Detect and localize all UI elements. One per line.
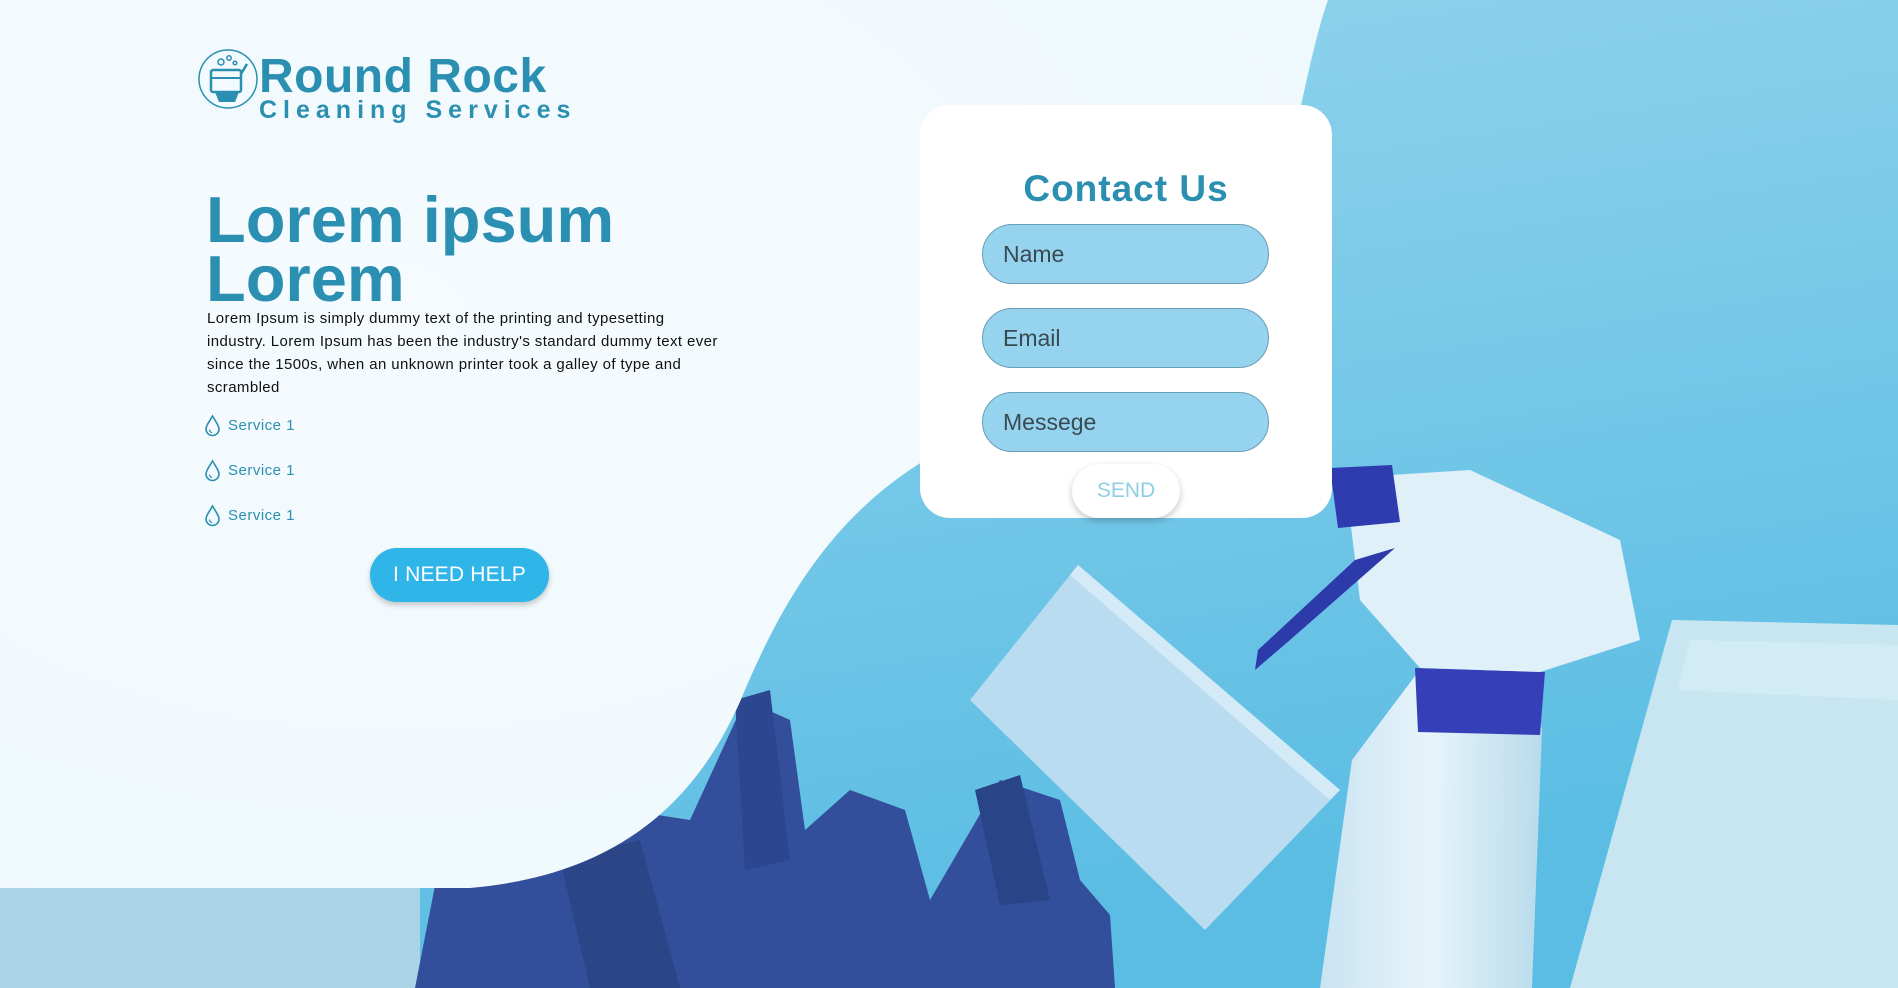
service-item: Service 1	[202, 414, 295, 437]
service-label: Service 1	[228, 462, 296, 479]
service-label: Service 1	[228, 507, 296, 524]
name-input[interactable]	[982, 224, 1269, 284]
service-label: Service 1	[228, 417, 296, 434]
need-help-button[interactable]: I NEED HELP	[370, 548, 549, 602]
hero-headline: Lorem ipsum Lorem	[206, 183, 615, 315]
brand-logo[interactable]: Round Rock Cleaning Services	[197, 48, 570, 128]
service-item: Service 1	[202, 459, 295, 482]
services-list: Service 1 Service 1 Service 1	[202, 414, 295, 549]
hero-paragraph: Lorem Ipsum is simply dummy text of the …	[207, 310, 718, 396]
water-drop-icon	[205, 504, 220, 527]
send-button[interactable]: SEND	[1072, 464, 1180, 518]
contact-title: Contact Us	[1023, 168, 1229, 209]
brand-subtitle: Cleaning Services	[259, 96, 577, 124]
message-input[interactable]	[982, 392, 1269, 452]
service-item: Service 1	[202, 504, 295, 527]
window-squeegee-bucket-icon	[198, 49, 258, 109]
email-input[interactable]	[982, 308, 1269, 368]
contact-form-card: Contact Us SEND	[920, 105, 1332, 518]
water-drop-icon	[205, 459, 220, 482]
water-drop-icon	[205, 414, 220, 437]
